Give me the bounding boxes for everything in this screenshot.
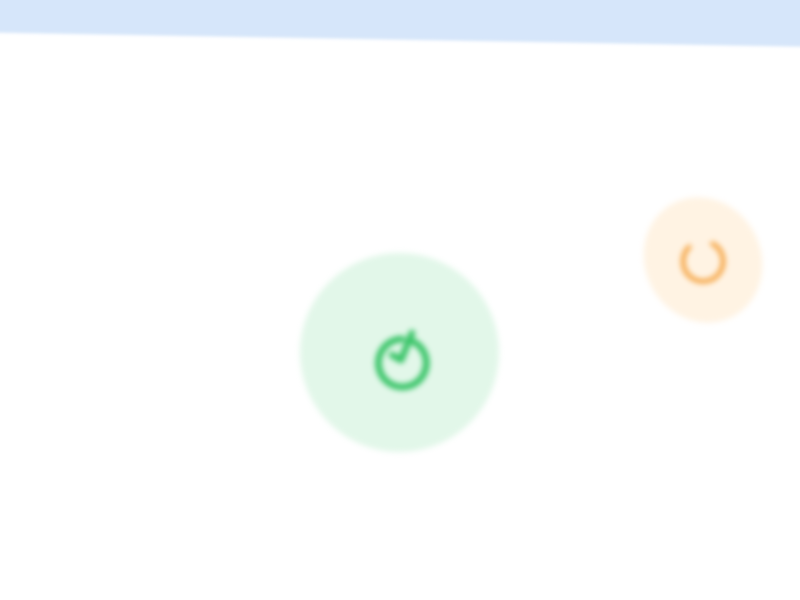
loading-spinner-icon <box>649 206 757 314</box>
clock-check-icon <box>340 293 460 413</box>
app-canvas <box>0 0 800 600</box>
success-status-badge <box>300 253 499 452</box>
header-bar <box>0 0 800 48</box>
pending-status-badge <box>621 176 785 344</box>
